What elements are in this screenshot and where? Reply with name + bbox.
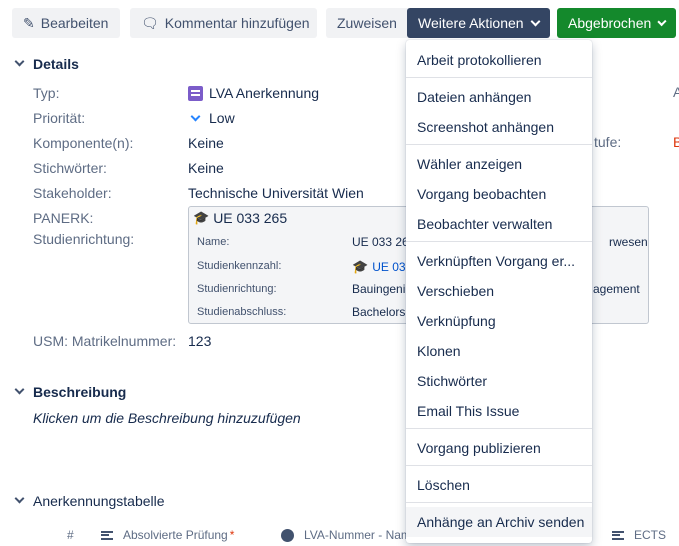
chevron-down-icon — [12, 493, 28, 509]
menu-item-link[interactable]: Verknüpfung — [406, 306, 592, 336]
menu-divider — [406, 77, 592, 78]
right-column-label: A — [673, 84, 679, 100]
graduation-cap-icon: 🎓 — [193, 210, 210, 225]
card-direction-value: Bauingeni — [352, 282, 406, 296]
menu-item-show-voters[interactable]: Wähler anzeigen — [406, 149, 592, 179]
keywords-value: Keine — [188, 160, 224, 176]
card-direction-label: Studienrichtung: — [197, 283, 277, 295]
edit-button[interactable]: ✎ Bearbeiten — [12, 8, 120, 38]
menu-item-move[interactable]: Verschieben — [406, 276, 592, 306]
add-comment-button[interactable]: 🗨 Kommentar hinzufügen — [130, 8, 317, 38]
panerk-label: PANERK: — [33, 210, 94, 226]
menu-item-publish-issue[interactable]: Vorgang publizieren — [406, 433, 592, 463]
menu-item-email-issue[interactable]: Email This Issue — [406, 396, 592, 426]
chevron-down-icon — [657, 16, 667, 26]
priority-low-icon — [190, 111, 201, 121]
menu-item-create-linked-issue[interactable]: Verknüpften Vorgang er... — [406, 246, 592, 276]
menu-divider — [406, 241, 592, 242]
select-field-icon — [281, 528, 294, 542]
priority-label: Priorität: — [33, 110, 86, 126]
card-degree-label: Studienabschluss: — [197, 306, 287, 318]
menu-item-manage-watchers[interactable]: Beobachter verwalten — [406, 209, 592, 239]
menu-item-watch-issue[interactable]: Vorgang beobachten — [406, 179, 592, 209]
card-direction-value-overflow: agement — [593, 282, 640, 296]
menu-divider — [406, 428, 592, 429]
priority-value: Low — [188, 108, 235, 128]
type-value: LVA Anerkennung — [188, 83, 319, 103]
card-code-label: Studienkennzahl: — [197, 260, 282, 272]
chevron-down-icon — [530, 16, 541, 26]
column-number: # — [67, 528, 74, 542]
card-degree-value: Bachelors — [352, 305, 406, 319]
table-toggle[interactable]: Anerkennungstabelle — [12, 493, 165, 509]
chevron-down-icon — [12, 56, 28, 72]
card-name-value: UE 033 26 — [352, 235, 409, 249]
description-toggle[interactable]: Beschreibung — [12, 384, 126, 400]
keywords-label: Stichwörter: — [33, 160, 107, 176]
more-actions-button[interactable]: Weitere Aktionen — [407, 8, 550, 38]
usm-value: 123 — [188, 333, 212, 349]
card-name-label: Name: — [197, 236, 230, 248]
menu-item-send-to-archive[interactable]: Anhänge an Archiv senden — [406, 507, 592, 537]
details-toggle[interactable]: Details — [12, 56, 79, 72]
chevron-down-icon — [12, 384, 28, 400]
pencil-icon: ✎ — [23, 14, 35, 31]
description-placeholder[interactable]: Klicken um die Beschreibung hinzuzufügen — [33, 408, 301, 428]
more-actions-menu: Arbeit protokollieren Dateien anhängen S… — [406, 40, 592, 543]
menu-item-log-work[interactable]: Arbeit protokollieren — [406, 45, 592, 75]
menu-item-keywords[interactable]: Stichwörter — [406, 366, 592, 396]
column-course[interactable]: Absolvierte Prüfung * — [101, 528, 234, 542]
type-label: Typ: — [33, 85, 60, 101]
column-lva[interactable]: LVA-Nummer - Name — [281, 528, 418, 542]
comment-icon: 🗨 — [141, 14, 159, 31]
stakeholder-label: Stakeholder: — [33, 185, 112, 201]
menu-divider — [406, 144, 592, 145]
required-marker: * — [229, 528, 235, 542]
components-label: Komponente(n): — [33, 135, 134, 151]
issue-toolbar: ✎ Bearbeiten 🗨 Kommentar hinzufügen Zuwe… — [12, 8, 679, 38]
menu-divider — [406, 465, 592, 466]
menu-item-clone[interactable]: Klonen — [406, 336, 592, 366]
issue-type-icon — [188, 85, 203, 101]
menu-item-delete[interactable]: Löschen — [406, 470, 592, 500]
usm-label: USM: Matrikelnummer: — [33, 333, 177, 349]
status-button[interactable]: Abgebrochen — [557, 8, 676, 38]
card-name-value-overflow: rwesen — [609, 235, 648, 249]
stakeholder-value: Technische Universität Wien — [188, 185, 364, 201]
right-column-stufe-label: tufe: — [594, 134, 622, 150]
graduation-cap-icon: 🎓 — [352, 259, 369, 274]
text-field-icon — [101, 530, 113, 540]
text-field-icon — [612, 530, 624, 540]
menu-item-attach-files[interactable]: Dateien anhängen — [406, 82, 592, 112]
right-column-stufe-value: B — [673, 134, 679, 150]
menu-divider — [406, 502, 592, 503]
card-title[interactable]: 🎓 UE 033 265 — [193, 210, 287, 226]
menu-item-attach-screenshot[interactable]: Screenshot anhängen — [406, 112, 592, 142]
components-value: Keine — [188, 135, 224, 151]
assign-button[interactable]: Zuweisen — [326, 8, 412, 38]
column-ects[interactable]: ECTS — [612, 528, 666, 542]
studienrichtung-label: Studienrichtung: — [33, 231, 135, 247]
